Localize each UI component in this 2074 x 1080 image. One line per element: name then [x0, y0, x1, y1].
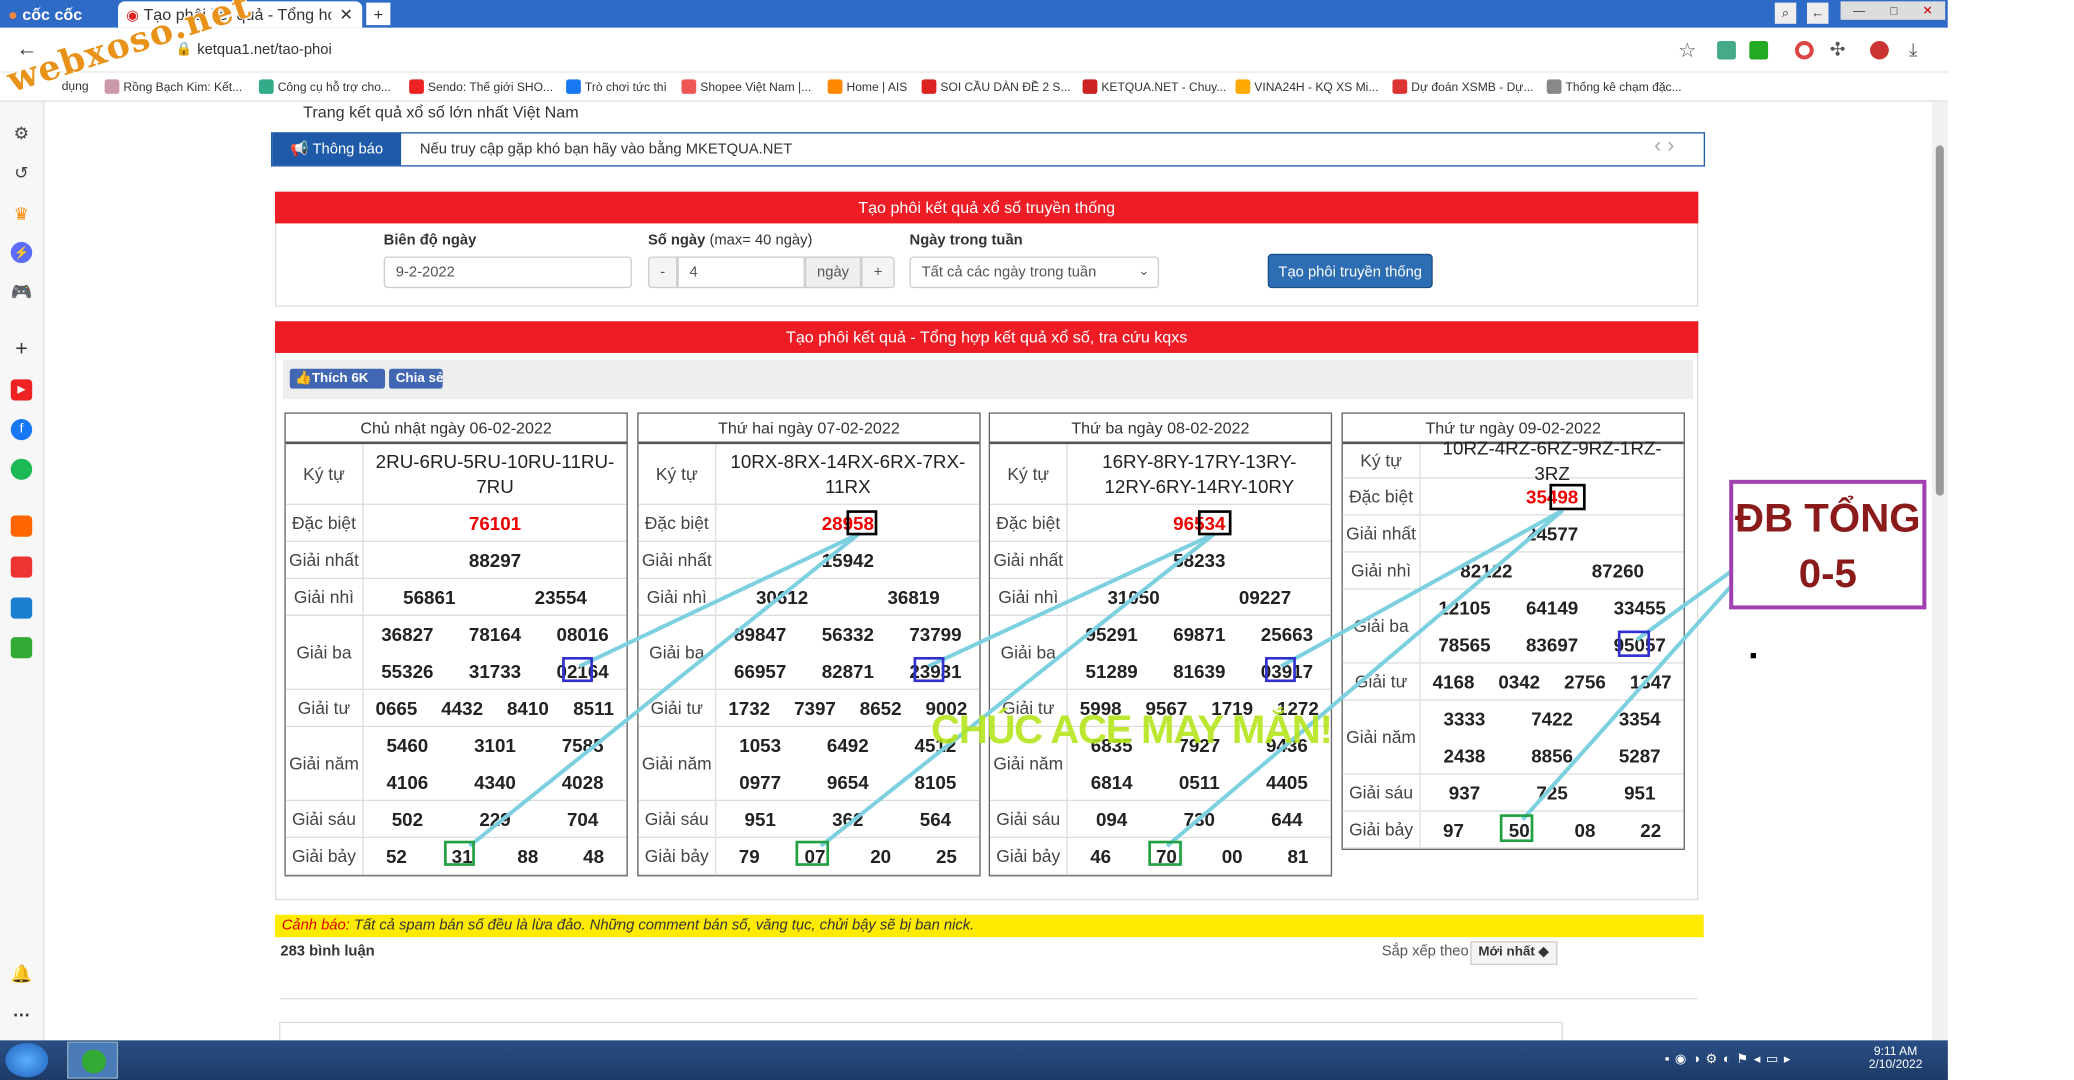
- tray-icons[interactable]: ▪◉◑⚙◐⚑◂▭▸: [1665, 1052, 1796, 1067]
- scrollbar-thumb[interactable]: [1935, 145, 1944, 496]
- coccoc-app-icon: [81, 1049, 106, 1074]
- scrollbar[interactable]: [1931, 101, 1948, 1041]
- annotation-line: [1280, 508, 1564, 668]
- comment-input[interactable]: [279, 1021, 1563, 1041]
- greeting-text: CHÚC ACE MAY MẮN!: [931, 708, 1333, 753]
- annotation-line: [468, 532, 860, 848]
- sort-select[interactable]: Mới nhất ◆: [1470, 941, 1558, 965]
- comment-divider: [280, 998, 1697, 1000]
- taskbar: ▪◉◑⚙◐⚑◂▭▸ 9:11 AM 2/10/2022: [0, 1040, 1948, 1080]
- outside-area: [1947, 0, 2074, 1080]
- warning-bar: Cảnh báo: Tất cả spam bán số đều là lừa …: [275, 914, 1704, 938]
- annotation-line: [819, 532, 1216, 848]
- clock[interactable]: 9:11 AM 2/10/2022: [1869, 1044, 1923, 1070]
- annotation-line: [1165, 508, 1565, 848]
- stray-dot: [1750, 653, 1757, 659]
- taskbar-coccoc[interactable]: [67, 1041, 119, 1079]
- comment-count: 283 bình luận: [280, 943, 375, 960]
- annotation-box: ĐB TỔNG 0-5: [1729, 479, 1927, 610]
- start-button[interactable]: [5, 1042, 49, 1078]
- sort-label: Sắp xếp theo: [1381, 943, 1469, 960]
